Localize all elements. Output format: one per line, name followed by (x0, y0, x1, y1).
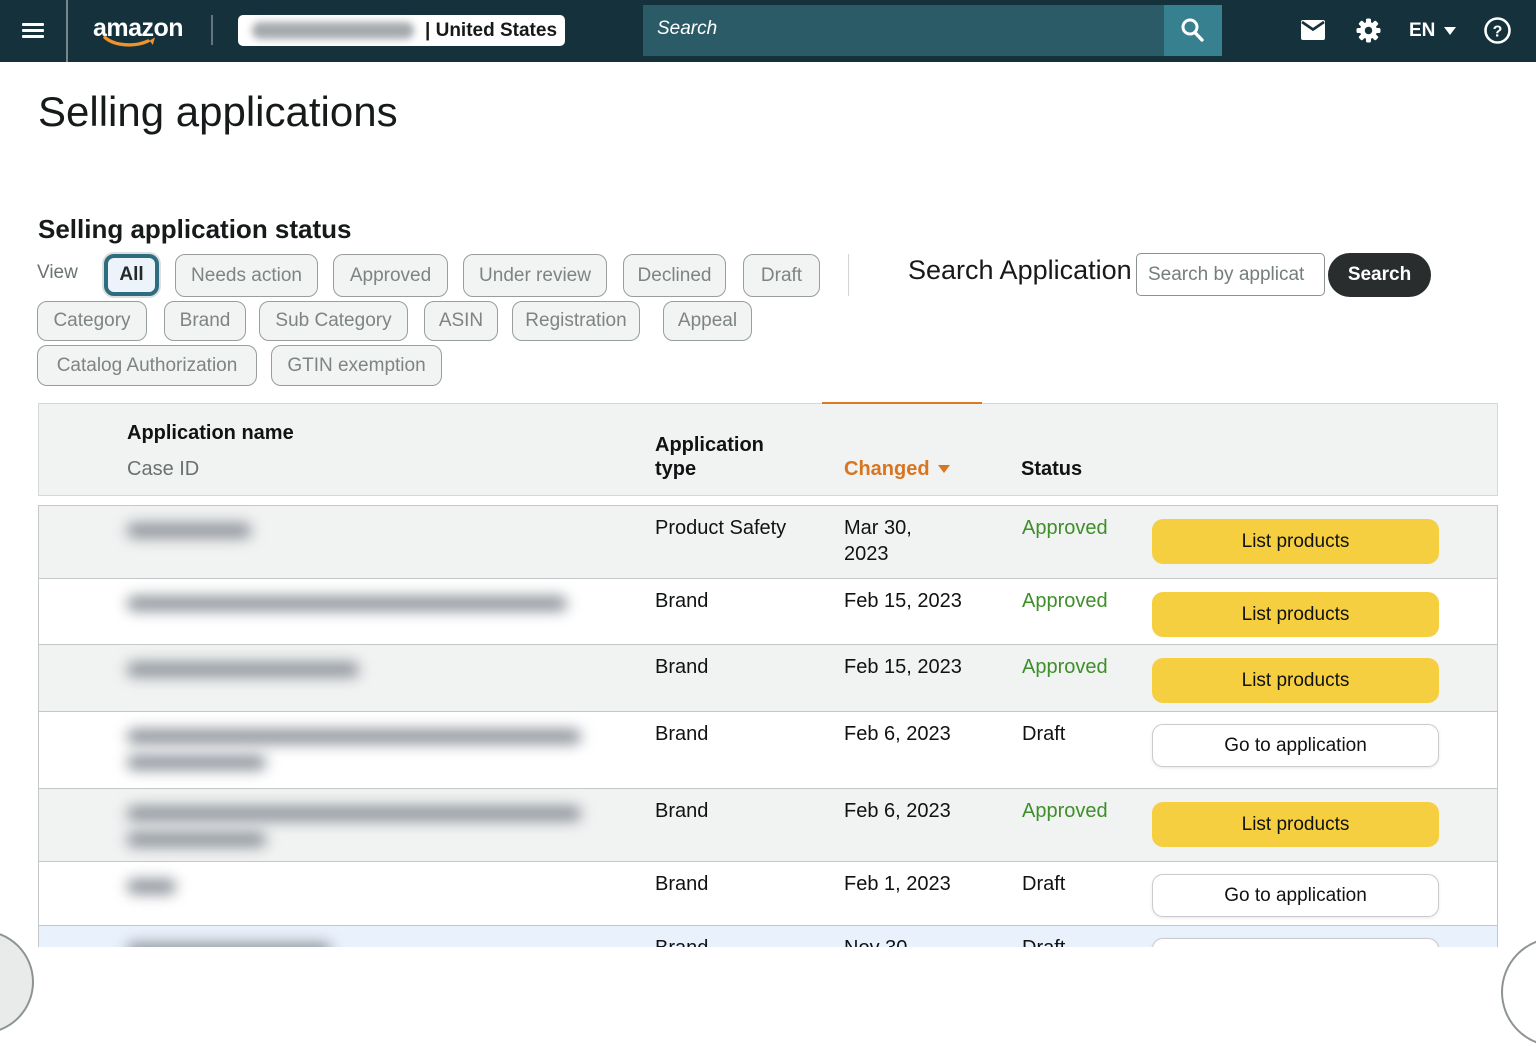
svg-text:?: ? (1493, 24, 1503, 41)
